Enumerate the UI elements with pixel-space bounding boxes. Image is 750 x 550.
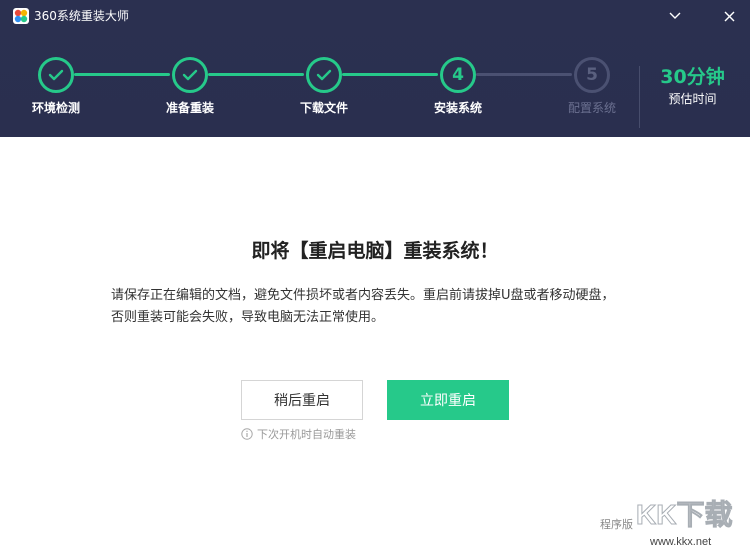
warning-description: 请保存正在编辑的文档，避免文件损坏或者内容丢失。重启前请拔掉U盘或者移动硬盘， … (111, 285, 671, 329)
check-icon (48, 69, 64, 81)
step-4-circle: 4 (440, 57, 476, 93)
auto-reinstall-hint: 下次开机时自动重装 (241, 426, 356, 442)
step-2-circle (172, 57, 208, 93)
header-divider (639, 66, 640, 128)
restart-now-button[interactable]: 立即重启 (387, 380, 509, 420)
desc-line-1: 请保存正在编辑的文档，避免文件损坏或者内容丢失。重启前请拔掉U盘或者移动硬盘， (111, 288, 615, 303)
step-connector (74, 73, 170, 76)
progress-steps: 环境检测 准备重装 下载文件 4 安装系统 5 配置系统 (0, 55, 640, 125)
check-icon (316, 69, 332, 81)
title-bar: 360系统重装大师 (0, 0, 750, 32)
step-2-label: 准备重装 (165, 101, 214, 115)
step-3-label: 下载文件 (299, 101, 348, 115)
step-4-label: 安装系统 (433, 101, 482, 115)
chevron-down-icon (669, 12, 681, 19)
header-panel: 360系统重装大师 环境检测 准备重装 下载文件 4 安装系统 5 配置系统 3… (0, 0, 750, 137)
step-1-circle (38, 57, 74, 93)
close-button[interactable] (718, 6, 740, 26)
step-connector (342, 73, 438, 76)
desc-line-2: 否则重装可能会失败，导致电脑无法正常使用。 (111, 310, 385, 325)
hint-text: 下次开机时自动重装 (257, 428, 356, 441)
eta-value: 30分钟 (660, 66, 725, 88)
main-title: 即将【重启电脑】重装系统！ (251, 240, 499, 262)
svg-text:KK下载: KK下载 (636, 499, 732, 530)
minimize-button[interactable] (664, 6, 686, 26)
step-5-label: 配置系统 (567, 101, 616, 115)
step-5-circle: 5 (574, 57, 610, 93)
close-icon (724, 11, 734, 21)
svg-text:www.kkx.net: www.kkx.net (649, 536, 711, 548)
step-1-label: 环境检测 (31, 101, 80, 115)
app-logo-icon (13, 8, 29, 24)
step-connector (208, 73, 304, 76)
info-icon (241, 428, 253, 440)
eta-label: 预估时间 (668, 92, 717, 106)
footer-version-text: 程序版 (600, 518, 633, 531)
check-icon (182, 69, 198, 81)
step-3-circle (306, 57, 342, 93)
step-connector (476, 73, 572, 76)
watermark-logo: KK下载 www.kkx.net (636, 499, 733, 549)
restart-later-button[interactable]: 稍后重启 (241, 380, 363, 420)
app-title: 360系统重装大师 (34, 9, 129, 23)
